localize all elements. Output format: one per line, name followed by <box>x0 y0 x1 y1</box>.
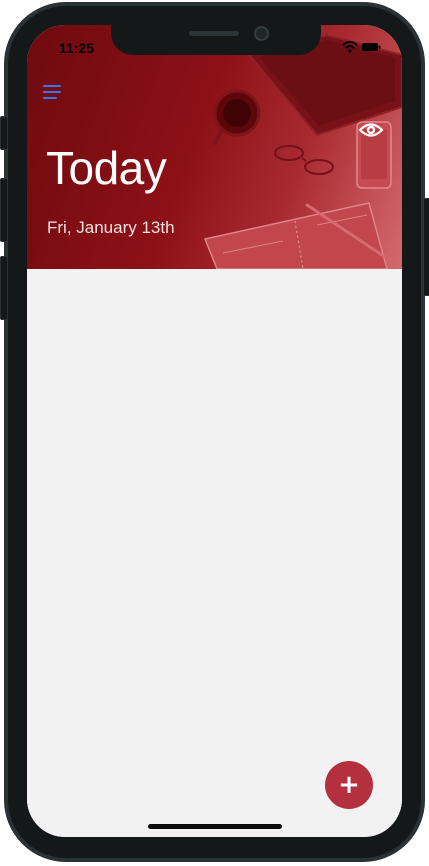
battery-icon <box>362 43 381 51</box>
power-button <box>423 198 429 296</box>
page-date: Fri, January 13th <box>47 218 175 237</box>
page-title: Today <box>46 142 167 194</box>
add-task-button[interactable]: + <box>325 761 373 809</box>
status-icons <box>342 41 381 53</box>
device-notch <box>111 25 321 55</box>
eye-icon[interactable] <box>358 121 384 139</box>
hamburger-menu-icon[interactable] <box>41 83 65 103</box>
wifi-icon <box>342 41 358 53</box>
plus-icon: + <box>338 770 360 800</box>
volume-up-button <box>0 178 8 242</box>
task-list-area <box>27 269 402 837</box>
mute-switch <box>0 116 8 150</box>
front-camera <box>254 26 269 41</box>
home-indicator <box>148 824 282 829</box>
status-bar: 11:25 <box>27 25 402 69</box>
app-screen: 11:25 Today Fri, January 13th + <box>27 25 402 837</box>
speaker-grille <box>189 31 239 36</box>
header-banner: 11:25 Today Fri, January 13th <box>27 25 402 269</box>
volume-down-button <box>0 256 8 320</box>
status-time: 11:25 <box>59 40 95 56</box>
